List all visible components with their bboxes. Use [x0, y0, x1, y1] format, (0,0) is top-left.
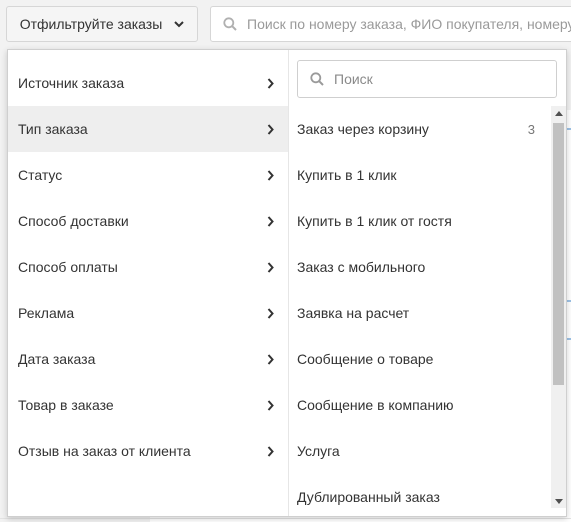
- category-label: Статус: [18, 167, 63, 183]
- option-service[interactable]: Услуга: [289, 428, 551, 474]
- search-icon: [223, 17, 237, 31]
- category-label: Товар в заказе: [18, 397, 114, 413]
- option-cart-order[interactable]: Заказ через корзину 3: [289, 106, 551, 152]
- option-product-message[interactable]: Сообщение о товаре: [289, 336, 551, 382]
- filter-dropdown-panel: Источник заказа Тип заказа Статус Способ…: [7, 49, 567, 517]
- category-order-type[interactable]: Тип заказа: [8, 106, 288, 152]
- filter-category-list: Источник заказа Тип заказа Статус Способ…: [8, 50, 288, 516]
- options-scrollbar[interactable]: [551, 106, 566, 508]
- order-search-input[interactable]: [247, 16, 571, 32]
- option-label: Дублированный заказ: [297, 489, 440, 505]
- category-label: Реклама: [18, 305, 75, 321]
- category-customer-review[interactable]: Отзыв на заказ от клиента: [8, 428, 288, 474]
- scroll-up-arrow-icon[interactable]: [551, 106, 566, 120]
- category-label: Отзыв на заказ от клиента: [18, 443, 191, 459]
- option-label: Сообщение в компанию: [297, 397, 454, 413]
- order-search-field[interactable]: [210, 6, 571, 42]
- category-label: Тип заказа: [18, 121, 88, 137]
- category-order-source[interactable]: Источник заказа: [8, 60, 288, 106]
- category-product-in-order[interactable]: Товар в заказе: [8, 382, 288, 428]
- option-label: Услуга: [297, 443, 340, 459]
- option-mobile-order[interactable]: Заказ с мобильного: [289, 244, 551, 290]
- filter-options-list: Заказ через корзину 3 Купить в 1 клик Ку…: [289, 106, 551, 508]
- category-label: Способ доставки: [18, 213, 129, 229]
- chevron-down-icon: [174, 20, 184, 28]
- chevron-right-icon: [267, 399, 274, 411]
- option-label: Заказ с мобильного: [297, 259, 426, 275]
- background-divider: [0, 518, 571, 519]
- option-label: Заказ через корзину: [297, 121, 429, 137]
- chevron-right-icon: [267, 169, 274, 181]
- options-search-field[interactable]: [297, 60, 557, 98]
- category-order-date[interactable]: Дата заказа: [8, 336, 288, 382]
- options-search-input[interactable]: [334, 71, 534, 87]
- filter-orders-label: Отфильтруйте заказы: [19, 16, 163, 32]
- option-label: Сообщение о товаре: [297, 351, 434, 367]
- option-label: Заявка на расчет: [297, 305, 410, 321]
- category-status[interactable]: Статус: [8, 152, 288, 198]
- category-delivery-method[interactable]: Способ доставки: [8, 198, 288, 244]
- filter-options-column: Заказ через корзину 3 Купить в 1 клик Ку…: [289, 50, 566, 516]
- option-one-click[interactable]: Купить в 1 клик: [289, 152, 551, 198]
- filter-orders-button[interactable]: Отфильтруйте заказы: [6, 6, 198, 42]
- chevron-right-icon: [267, 307, 274, 319]
- chevron-right-icon: [267, 77, 274, 89]
- option-company-message[interactable]: Сообщение в компанию: [289, 382, 551, 428]
- search-icon: [310, 72, 324, 86]
- chevron-right-icon: [267, 123, 274, 135]
- category-advertising[interactable]: Реклама: [8, 290, 288, 336]
- option-quote-request[interactable]: Заявка на расчет: [289, 290, 551, 336]
- option-count: 3: [527, 121, 535, 137]
- chevron-right-icon: [267, 445, 274, 457]
- category-payment-method[interactable]: Способ оплаты: [8, 244, 288, 290]
- category-label: Способ оплаты: [18, 259, 118, 275]
- option-label: Купить в 1 клик: [297, 167, 397, 183]
- chevron-right-icon: [267, 353, 274, 365]
- category-label: Дата заказа: [18, 351, 96, 367]
- option-duplicate-order[interactable]: Дублированный заказ: [289, 474, 551, 508]
- scrollbar-thumb[interactable]: [553, 123, 564, 385]
- category-label: Источник заказа: [18, 75, 125, 91]
- option-one-click-guest[interactable]: Купить в 1 клик от гостя: [289, 198, 551, 244]
- option-label: Купить в 1 клик от гостя: [297, 213, 452, 229]
- chevron-right-icon: [267, 215, 274, 227]
- scroll-down-arrow-icon[interactable]: [551, 494, 566, 508]
- chevron-right-icon: [267, 261, 274, 273]
